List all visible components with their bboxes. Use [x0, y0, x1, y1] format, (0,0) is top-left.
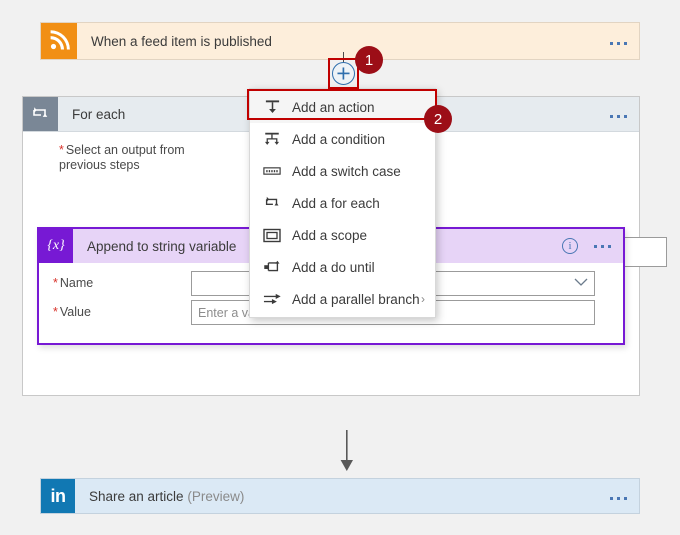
for-each-title: For each: [72, 106, 126, 122]
variable-icon-glyph: {x}: [47, 238, 65, 253]
ellipsis-icon: [610, 496, 627, 500]
append-card-tools: i: [562, 238, 611, 254]
menu-item-label: Add a scope: [292, 227, 368, 243]
for-each-more-options[interactable]: [610, 111, 627, 118]
linkedin-card-more-options[interactable]: [610, 493, 627, 500]
parallel-branch-icon: [262, 292, 282, 306]
variable-icon: {x}: [39, 229, 73, 263]
required-marker: *: [53, 276, 58, 290]
linkedin-icon: in: [41, 479, 75, 513]
rss-icon: [41, 23, 77, 59]
add-condition-icon: [262, 131, 282, 148]
connector-arrow: [339, 430, 355, 474]
menu-item-label: Add an action: [292, 99, 375, 115]
menu-item-add-an-action[interactable]: Add an action: [250, 91, 435, 123]
trigger-card-title: When a feed item is published: [91, 33, 272, 49]
menu-item-add-a-condition[interactable]: Add a condition: [250, 123, 435, 155]
loop-icon: [23, 97, 58, 131]
insert-new-step-button[interactable]: [332, 62, 355, 85]
ellipsis-icon: [610, 114, 627, 118]
append-card-title: Append to string variable: [87, 238, 237, 254]
menu-item-label: Add a condition: [292, 131, 386, 147]
append-name-label-text: Name: [59, 276, 94, 290]
menu-item-label: Add a switch case: [292, 163, 401, 179]
flow-designer-canvas: When a feed item is published For each *…: [0, 0, 680, 535]
required-marker: *: [53, 305, 58, 319]
insert-step-context-menu: Add an action Add a condition Add a swit…: [249, 88, 436, 318]
info-icon[interactable]: i: [562, 238, 578, 254]
required-marker: *: [59, 143, 64, 157]
trigger-card-more-options[interactable]: [610, 38, 627, 45]
menu-item-add-a-for-each[interactable]: Add a for each: [250, 187, 435, 219]
annotation-badge-1: 1: [355, 46, 383, 74]
menu-item-add-a-do-until[interactable]: Add a do until: [250, 251, 435, 283]
scope-icon: [262, 228, 282, 243]
append-name-label: * Name: [53, 276, 93, 290]
append-value-label: * Value: [53, 305, 91, 319]
append-card-more-options[interactable]: [594, 244, 611, 248]
add-action-icon: [262, 99, 282, 116]
append-value-label-text: Value: [59, 305, 91, 319]
switch-case-icon: [262, 165, 282, 177]
preview-tag: (Preview): [187, 488, 245, 504]
menu-item-add-a-switch-case[interactable]: Add a switch case: [250, 155, 435, 187]
menu-item-label: Add a for each: [292, 195, 380, 211]
for-each-icon: [262, 194, 282, 212]
card-icon-wrap: [41, 23, 77, 59]
menu-item-add-a-parallel-branch[interactable]: Add a parallel branch ›: [250, 283, 435, 315]
menu-item-label: Add a parallel branch: [292, 291, 420, 307]
ellipsis-icon: [610, 41, 627, 45]
linkedin-card-title: Share an article (Preview): [89, 489, 244, 504]
menu-item-add-a-scope[interactable]: Add a scope: [250, 219, 435, 251]
do-until-icon: [262, 258, 282, 276]
chevron-down-icon: [574, 278, 588, 290]
for-each-field-label: * Select an output from previous steps: [59, 143, 199, 173]
linkedin-share-article-card[interactable]: in Share an article (Preview): [40, 478, 640, 514]
trigger-card-rss[interactable]: When a feed item is published: [40, 22, 640, 60]
linkedin-icon-glyph: in: [50, 485, 67, 506]
chevron-right-icon: ›: [421, 292, 425, 306]
linkedin-card-title-text: Share an article: [89, 488, 184, 504]
annotation-badge-2: 2: [424, 105, 452, 133]
for-each-field-label-text: Select an output from previous steps: [59, 143, 185, 172]
menu-item-label: Add a do until: [292, 259, 375, 275]
